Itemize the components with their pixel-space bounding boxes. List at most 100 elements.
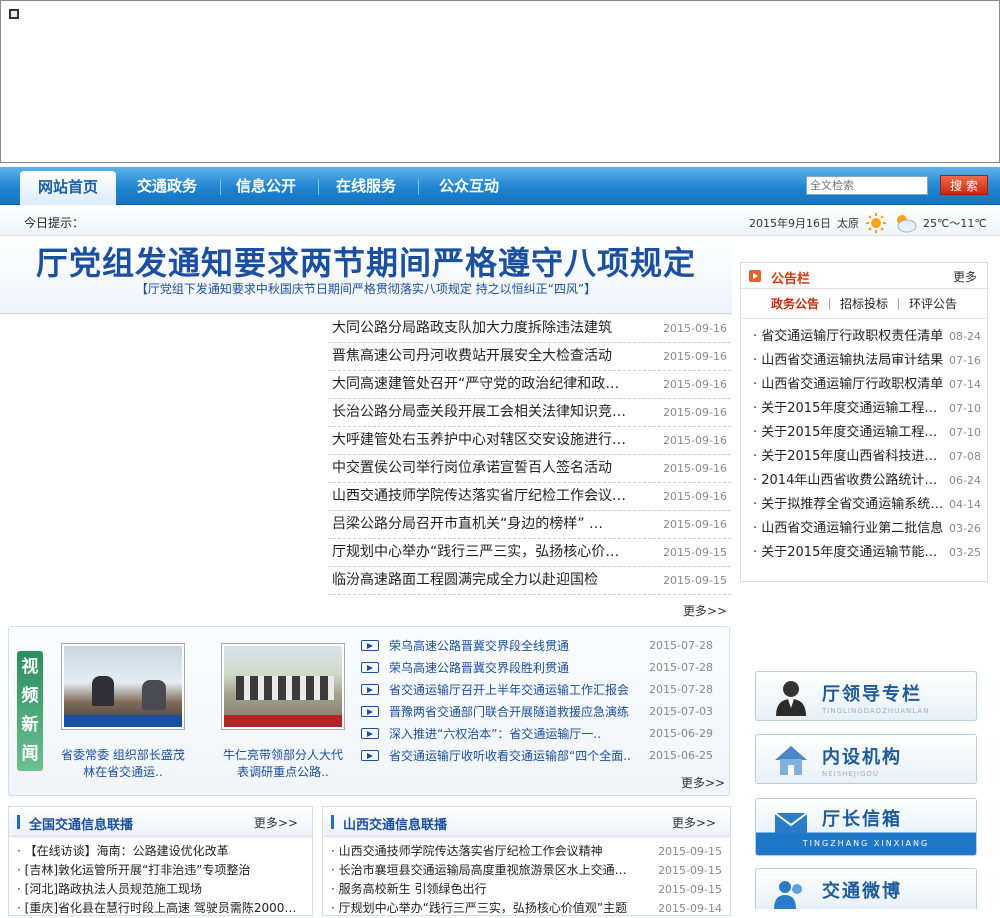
list-item[interactable]: 荣乌高速公路晋冀交界段全线贯通 2015-07-28: [361, 635, 723, 657]
news-title[interactable]: 中交置侯公司举行岗位承诺宣誓百人签名活动: [332, 455, 627, 482]
video-more-link[interactable]: 更多>>: [681, 774, 725, 791]
list-item[interactable]: 省交通运输厅召开上半年交通运输工作汇报会 2015-07-28: [361, 679, 723, 701]
notice-item-title[interactable]: · 关于拟推荐全省交通运输系统先进: [753, 493, 945, 517]
video-caption[interactable]: 牛仁亮带领部分人大代表调研重点公路..: [221, 747, 345, 781]
list-item[interactable]: 临汾高速路面工程圆满完成全力以赴迎国检 2015-09-15: [328, 567, 731, 595]
list-item-title[interactable]: · [吉林]敦化运管所开展“打非治违”专项整治: [17, 861, 307, 880]
list-item[interactable]: · [吉林]敦化运管所开展“打非治违”专项整治: [9, 861, 312, 880]
news-title[interactable]: 大同公路分局路政支队加大力度拆除违法建筑: [332, 315, 627, 342]
video-title[interactable]: 荣乌高速公路晋冀交界段全线贯通: [389, 635, 635, 657]
list-item-title[interactable]: · 长治市襄垣县交通运输局高度重视旅游景区水上交通安全: [331, 861, 631, 880]
item-text[interactable]: 长治市襄垣县交通运输局高度重视旅游景区水上交通安全: [339, 863, 631, 877]
video-thumbnail[interactable]: [221, 643, 345, 730]
headline-subtitle[interactable]: 【厅党组下发通知要求中秋国庆节日期间严格贯彻落实八项规定 持之以恒纠正“四风”】: [0, 280, 732, 297]
list-item[interactable]: · 山西省交通运输行业第二批信息 03-26: [741, 517, 987, 541]
tab-info-disclosure[interactable]: 信息公开: [222, 167, 310, 205]
item-text[interactable]: 山西省交通运输厅行政职权清单: [761, 377, 943, 392]
news-title[interactable]: 大同高速建管处召开“严守党的政治纪律和政治规矩: [332, 371, 627, 398]
search-input[interactable]: [806, 176, 928, 195]
director-mailbox-button[interactable]: 厅长信箱 TINGZHANG XINXIANG: [755, 798, 977, 856]
notice-item-title[interactable]: · 2014年山西省收费公路统计公报: [753, 469, 945, 493]
tab-online-service[interactable]: 在线服务: [322, 167, 410, 205]
notice-item-title[interactable]: · 山西省交通运输厅行政职权清单: [753, 373, 945, 397]
video-title[interactable]: 省交通运输厅召开上半年交通运输工作汇报会: [389, 679, 635, 701]
list-item[interactable]: 大同公路分局路政支队加大力度拆除违法建筑 2015-09-16: [328, 315, 731, 343]
search-button[interactable]: 搜 索: [940, 175, 988, 195]
tab-bidding[interactable]: 招标投标: [830, 295, 898, 312]
tab-government-notice[interactable]: 政务公告: [761, 295, 829, 312]
list-item[interactable]: · 2014年山西省收费公路统计公报 06-24: [741, 469, 987, 493]
list-item[interactable]: 厅规划中心举办“践行三严三实，弘扬核心价值观” 2015-09-15: [328, 539, 731, 567]
video-title[interactable]: 晋豫两省交通部门联合开展隧道救援应急演练: [389, 701, 635, 723]
item-text[interactable]: 关于2015年度山西省科技进步奖: [761, 449, 945, 464]
video-title[interactable]: 深入推进“六权治本”：省交通运输厅一..: [389, 723, 635, 745]
list-item[interactable]: · 山西省交通运输执法局审计结果 07-16: [741, 349, 987, 373]
list-item[interactable]: 省交通运输厅收听收看交通运输部“四个全面.. 2015-06-25: [361, 745, 723, 767]
item-text[interactable]: 【在线访谈】海南：公路建设优化改革: [25, 844, 229, 858]
item-text[interactable]: [吉林]敦化运管所开展“打非治违”专项整治: [25, 863, 251, 877]
list-item[interactable]: · 关于2015年度山西省科技进步奖 07-08: [741, 445, 987, 469]
list-item[interactable]: · [河北]路政执法人员规范施工现场: [9, 880, 312, 899]
list-item[interactable]: 晋豫两省交通部门联合开展隧道救援应急演练 2015-07-03: [361, 701, 723, 723]
list-item[interactable]: 荣乌高速公路晋冀交界段胜利贯通 2015-07-28: [361, 657, 723, 679]
item-text[interactable]: 关于拟推荐全省交通运输系统先进: [761, 497, 945, 512]
item-text[interactable]: 省交通运输厅行政职权责任清单: [761, 329, 943, 344]
video-caption[interactable]: 省委常委 组织部长盛茂林在省交通运..: [61, 747, 185, 781]
news-title[interactable]: 厅规划中心举办“践行三严三实，弘扬核心价值观”: [332, 539, 627, 566]
headline-title[interactable]: 厅党组发通知要求两节期间严格遵守八项规定: [0, 238, 732, 284]
notice-more-link[interactable]: 更多: [953, 268, 977, 285]
item-text[interactable]: [重庆]省化县在慧行时段上高速 驾驶员需陈2000元罚: [25, 901, 307, 915]
video-thumbnail[interactable]: [61, 643, 185, 730]
news-title[interactable]: 大呼建管处右玉养护中心对辖区交安设施进行全面检查: [332, 427, 627, 454]
notice-item-title[interactable]: · 关于2015年度山西省科技进步奖: [753, 445, 945, 469]
list-item[interactable]: · 关于2015年度交通运输工程建设 07-10: [741, 421, 987, 445]
item-text[interactable]: 山西省交通运输执法局审计结果: [761, 353, 943, 368]
list-item[interactable]: · 关于2015年度交通运输节能减排 03-25: [741, 541, 987, 565]
news-title[interactable]: 长治公路分局壶关段开展工会相关法律知识竞赛活动: [332, 399, 627, 426]
notice-item-title[interactable]: · 山西省交通运输执法局审计结果: [753, 349, 945, 373]
item-text[interactable]: 关于2015年度交通运输工程建设: [761, 425, 945, 440]
list-item[interactable]: · 山西省交通运输厅行政职权清单 07-14: [741, 373, 987, 397]
item-text[interactable]: 关于2015年度交通运输节能减排: [761, 545, 945, 560]
video-title[interactable]: 省交通运输厅收听收看交通运输部“四个全面..: [389, 745, 635, 767]
notice-item-title[interactable]: · 省交通运输厅行政职权责任清单: [753, 325, 945, 349]
list-item[interactable]: · 【在线访谈】海南：公路建设优化改革: [9, 842, 312, 861]
tab-home[interactable]: 网站首页: [20, 171, 116, 205]
list-item[interactable]: 中交置侯公司举行岗位承诺宣誓百人签名活动 2015-09-16: [328, 455, 731, 483]
list-item[interactable]: 山西交通技师学院传达落实省厅纪检工作会议精神 2015-09-16: [328, 483, 731, 511]
notice-item-title[interactable]: · 关于2015年度交通运输工程建设: [753, 421, 945, 445]
tab-public-interaction[interactable]: 公众互动: [424, 167, 514, 205]
list-item[interactable]: · 长治市襄垣县交通运输局高度重视旅游景区水上交通安全 2015-09-15: [323, 861, 730, 880]
item-text[interactable]: 2014年山西省收费公路统计公报: [761, 473, 945, 488]
headline-banner[interactable]: 厅党组发通知要求两节期间严格遵守八项规定 【厅党组下发通知要求中秋国庆节日期间严…: [0, 236, 732, 314]
list-item[interactable]: 吕梁公路分局召开市直机关“身边的榜样” … 2015-09-16: [328, 511, 731, 539]
thumbnail-image[interactable]: [224, 646, 342, 727]
list-item-title[interactable]: · 服务高校新生 引领绿色出行: [331, 880, 631, 899]
news-title[interactable]: 山西交通技师学院传达落实省厅纪检工作会议精神: [332, 483, 627, 510]
notice-item-title[interactable]: · 关于2015年度交通运输节能减排: [753, 541, 945, 565]
item-text[interactable]: 山西交通技师学院传达落实省厅纪检工作会议精神: [339, 844, 603, 858]
notice-item-title[interactable]: · 山西省交通运输行业第二批信息: [753, 517, 945, 541]
news-title[interactable]: 晋焦高速公司丹河收费站开展安全大检查活动: [332, 343, 627, 370]
list-item-title[interactable]: · 山西交通技师学院传达落实省厅纪检工作会议精神: [331, 842, 631, 861]
news-title[interactable]: 吕梁公路分局召开市直机关“身边的榜样” …: [332, 511, 627, 538]
video-title[interactable]: 荣乌高速公路晋冀交界段胜利贯通: [389, 657, 635, 679]
more-link[interactable]: 更多>>: [672, 814, 716, 831]
item-text[interactable]: 服务高校新生 引领绿色出行: [339, 882, 487, 896]
list-item[interactable]: 深入推进“六权治本”：省交通运输厅一.. 2015-06-29: [361, 723, 723, 745]
list-item[interactable]: · 山西交通技师学院传达落实省厅纪检工作会议精神 2015-09-15: [323, 842, 730, 861]
list-item-title[interactable]: · 【在线访谈】海南：公路建设优化改革: [17, 842, 307, 861]
list-item[interactable]: · 省交通运输厅行政职权责任清单 08-24: [741, 325, 987, 349]
list-item[interactable]: 晋焦高速公司丹河收费站开展安全大检查活动 2015-09-16: [328, 343, 731, 371]
weibo-button[interactable]: 交通微博: [755, 868, 977, 909]
item-text[interactable]: [河北]路政执法人员规范施工现场: [25, 882, 202, 896]
tab-government[interactable]: 交通政务: [124, 167, 210, 205]
notice-item-title[interactable]: · 关于2015年度交通运输工程建设: [753, 397, 945, 421]
list-item[interactable]: · 服务高校新生 引领绿色出行 2015-09-15: [323, 880, 730, 899]
list-item[interactable]: · 关于拟推荐全省交通运输系统先进 04-14: [741, 493, 987, 517]
news-title[interactable]: 临汾高速路面工程圆满完成全力以赴迎国检: [332, 567, 627, 594]
departments-button[interactable]: 内设机构 NEISHEJIGOU: [755, 734, 977, 784]
list-item[interactable]: 大同高速建管处召开“严守党的政治纪律和政治规矩 2015-09-16: [328, 371, 731, 399]
more-link[interactable]: 更多>>: [254, 814, 298, 831]
item-text[interactable]: 关于2015年度交通运输工程建设: [761, 401, 945, 416]
